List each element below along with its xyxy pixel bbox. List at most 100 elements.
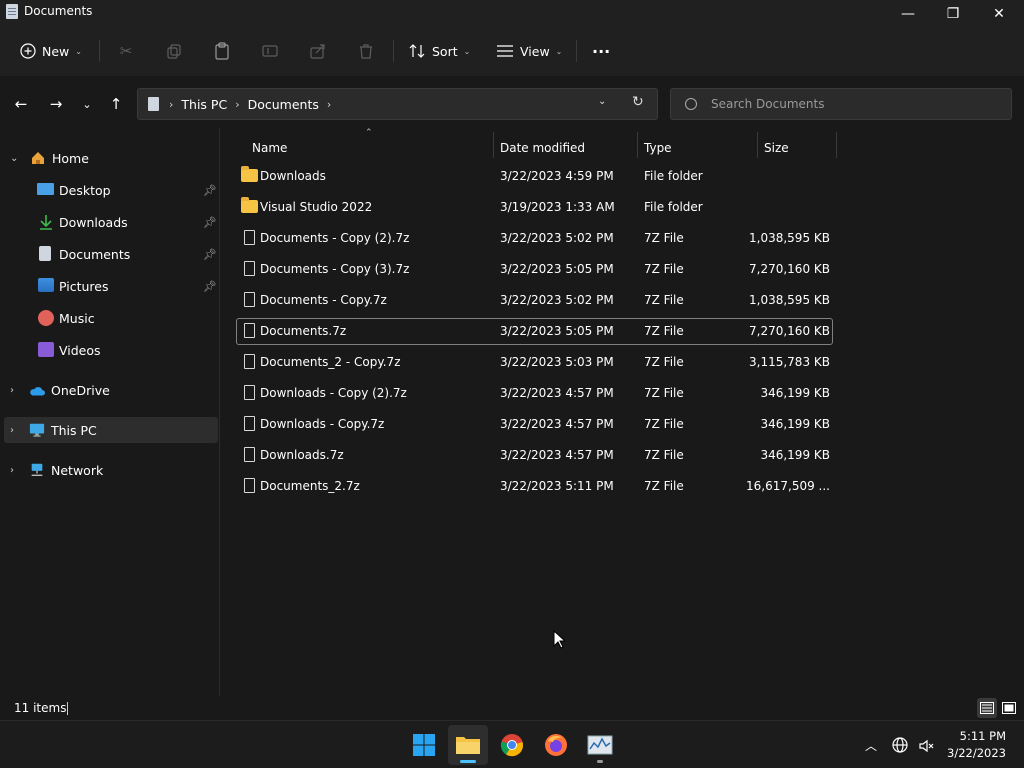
table-row[interactable]: Downloads.7z 3/22/2023 4:57 PM 7Z File 346,… [236, 442, 833, 469]
forward-arrow-icon[interactable]: → [46, 94, 66, 114]
documents-icon [39, 246, 51, 261]
sidebar-item-documents[interactable]: Documents 📌︎ [4, 241, 218, 267]
file-name: Downloads [260, 169, 326, 183]
taskbar: ︿ 5:11 PM 3/22/2023 [0, 720, 1024, 768]
column-header-name[interactable]: Name [252, 136, 287, 160]
column-divider[interactable] [836, 132, 837, 158]
show-hidden-icons-chevron-icon[interactable]: ︿ [865, 737, 877, 754]
file-name: Documents_2 - Copy.7z [260, 355, 401, 369]
file-type: 7Z File [644, 386, 684, 400]
taskbar-resource-monitor[interactable] [580, 725, 620, 765]
file-icon [244, 323, 255, 338]
table-row[interactable]: Documents_2 - Copy.7z 3/22/2023 5:03 PM 7Z… [236, 349, 833, 376]
table-row[interactable]: Visual Studio 2022 3/19/2023 1:33 AM File … [236, 194, 833, 221]
file-type: 7Z File [644, 231, 684, 245]
recent-locations-chevron-icon[interactable]: ⌄ [77, 94, 97, 114]
folder-icon [456, 737, 480, 754]
chevron-right-icon[interactable]: › [10, 385, 14, 396]
column-divider[interactable] [493, 132, 494, 158]
column-header-size[interactable]: Size [764, 136, 789, 160]
chevron-down-icon: ⌄ [463, 46, 471, 56]
back-arrow-icon[interactable]: ← [11, 94, 31, 114]
column-header-date-modified[interactable]: Date modified [500, 136, 585, 160]
sort-icon [409, 44, 425, 58]
view-button[interactable]: View ⌄ [496, 38, 562, 64]
music-icon [38, 310, 54, 326]
taskbar-firefox[interactable] [536, 725, 576, 765]
new-button[interactable]: New ⌄ [20, 38, 82, 64]
more-options-button[interactable]: ··· [592, 38, 610, 64]
copy-icon[interactable] [165, 42, 183, 60]
sidebar-item-pictures[interactable]: Pictures 📌︎ [4, 273, 218, 299]
address-history-chevron-icon[interactable]: ⌄ [598, 96, 614, 112]
column-divider[interactable] [757, 132, 758, 158]
chevron-right-icon[interactable]: › [10, 465, 14, 476]
pin-icon[interactable]: 📌︎ [203, 216, 217, 229]
close-button[interactable]: ✕ [976, 0, 1022, 28]
search-box[interactable] [670, 88, 1012, 120]
sort-ascending-chevron-icon: ⌃ [365, 128, 373, 138]
table-row[interactable]: Documents_2.7z 3/22/2023 5:11 PM 7Z File 16… [236, 473, 833, 500]
file-size: 1,038,595 KB [749, 231, 830, 245]
globe-icon[interactable] [892, 737, 908, 753]
onedrive-cloud-icon [30, 387, 45, 396]
sidebar-item-this-pc[interactable]: › This PC [4, 417, 218, 443]
table-row[interactable]: Documents.7z 3/22/2023 5:05 PM 7Z File 7,27… [236, 318, 833, 345]
search-input[interactable] [711, 97, 991, 111]
table-row[interactable]: Downloads - Copy.7z 3/22/2023 4:57 PM 7Z F… [236, 411, 833, 438]
minimize-button[interactable]: — [885, 0, 931, 28]
taskbar-file-explorer[interactable] [448, 725, 488, 765]
pin-icon[interactable]: 📌︎ [203, 184, 217, 197]
sidebar-item-music[interactable]: Music [4, 305, 218, 331]
table-row[interactable]: Documents - Copy (2).7z 3/22/2023 5:02 PM… [236, 225, 833, 252]
chevron-right-icon[interactable]: › [10, 425, 14, 436]
maximize-button[interactable]: ❐ [930, 0, 976, 28]
file-name: Documents - Copy.7z [260, 293, 387, 307]
navigation-pane: ⌄ Home Desktop 📌︎ Downloads 📌︎ Documents… [0, 128, 220, 696]
breadcrumb-this-pc[interactable]: This PC [181, 97, 227, 112]
up-arrow-icon[interactable]: ↑ [106, 94, 126, 114]
address-bar[interactable]: › This PC › Documents › [137, 88, 658, 120]
details-view-button[interactable] [977, 698, 997, 718]
column-divider[interactable] [637, 132, 638, 158]
cut-icon[interactable]: ✂ [117, 42, 135, 60]
firefox-icon [545, 734, 567, 756]
sidebar-item-desktop[interactable]: Desktop 📌︎ [4, 177, 218, 203]
breadcrumb-documents[interactable]: Documents [248, 97, 319, 112]
file-date-modified: 3/22/2023 5:05 PM [500, 324, 614, 338]
chevron-down-icon[interactable]: ⌄ [10, 153, 18, 164]
clock-date[interactable]: 3/22/2023 [938, 746, 1006, 760]
file-size: 346,199 KB [760, 386, 830, 400]
start-button[interactable] [404, 725, 444, 765]
file-type: 7Z File [644, 479, 684, 493]
sidebar-item-videos[interactable]: Videos [4, 337, 218, 363]
divider [393, 40, 394, 62]
column-header-type[interactable]: Type [644, 136, 672, 160]
sort-button[interactable]: Sort ⌄ [408, 38, 470, 64]
share-icon[interactable] [309, 42, 327, 60]
mouse-cursor-icon [553, 630, 565, 649]
performance-monitor-icon [587, 735, 613, 755]
sidebar-item-onedrive[interactable]: › OneDrive [4, 377, 218, 403]
paste-icon[interactable] [213, 42, 231, 60]
sidebar-item-home[interactable]: ⌄ Home [4, 145, 218, 171]
taskbar-chrome[interactable] [492, 725, 532, 765]
table-row[interactable]: Downloads - Copy (2).7z 3/22/2023 4:57 PM… [236, 380, 833, 407]
sidebar-item-downloads[interactable]: Downloads 📌︎ [4, 209, 218, 235]
table-row[interactable]: Documents - Copy (3).7z 3/22/2023 5:05 PM… [236, 256, 833, 283]
clock-time[interactable]: 5:11 PM [950, 729, 1006, 743]
speaker-muted-icon[interactable] [918, 738, 934, 754]
pin-icon[interactable]: 📌︎ [203, 280, 217, 293]
pin-icon[interactable]: 📌︎ [203, 248, 217, 261]
sidebar-item-label: OneDrive [51, 382, 110, 398]
refresh-icon[interactable]: ↻ [632, 94, 648, 110]
delete-icon[interactable] [357, 42, 375, 60]
table-row[interactable]: Documents - Copy.7z 3/22/2023 5:02 PM 7Z F… [236, 287, 833, 314]
tiles-view-button[interactable] [999, 698, 1019, 718]
file-date-modified: 3/22/2023 4:57 PM [500, 417, 614, 431]
rename-icon[interactable] [261, 42, 279, 60]
chevron-right-icon[interactable]: › [327, 98, 331, 111]
sidebar-item-network[interactable]: › Network [4, 457, 218, 483]
chevron-right-icon: › [235, 97, 240, 111]
table-row[interactable]: Downloads 3/22/2023 4:59 PM File folder [236, 163, 833, 190]
